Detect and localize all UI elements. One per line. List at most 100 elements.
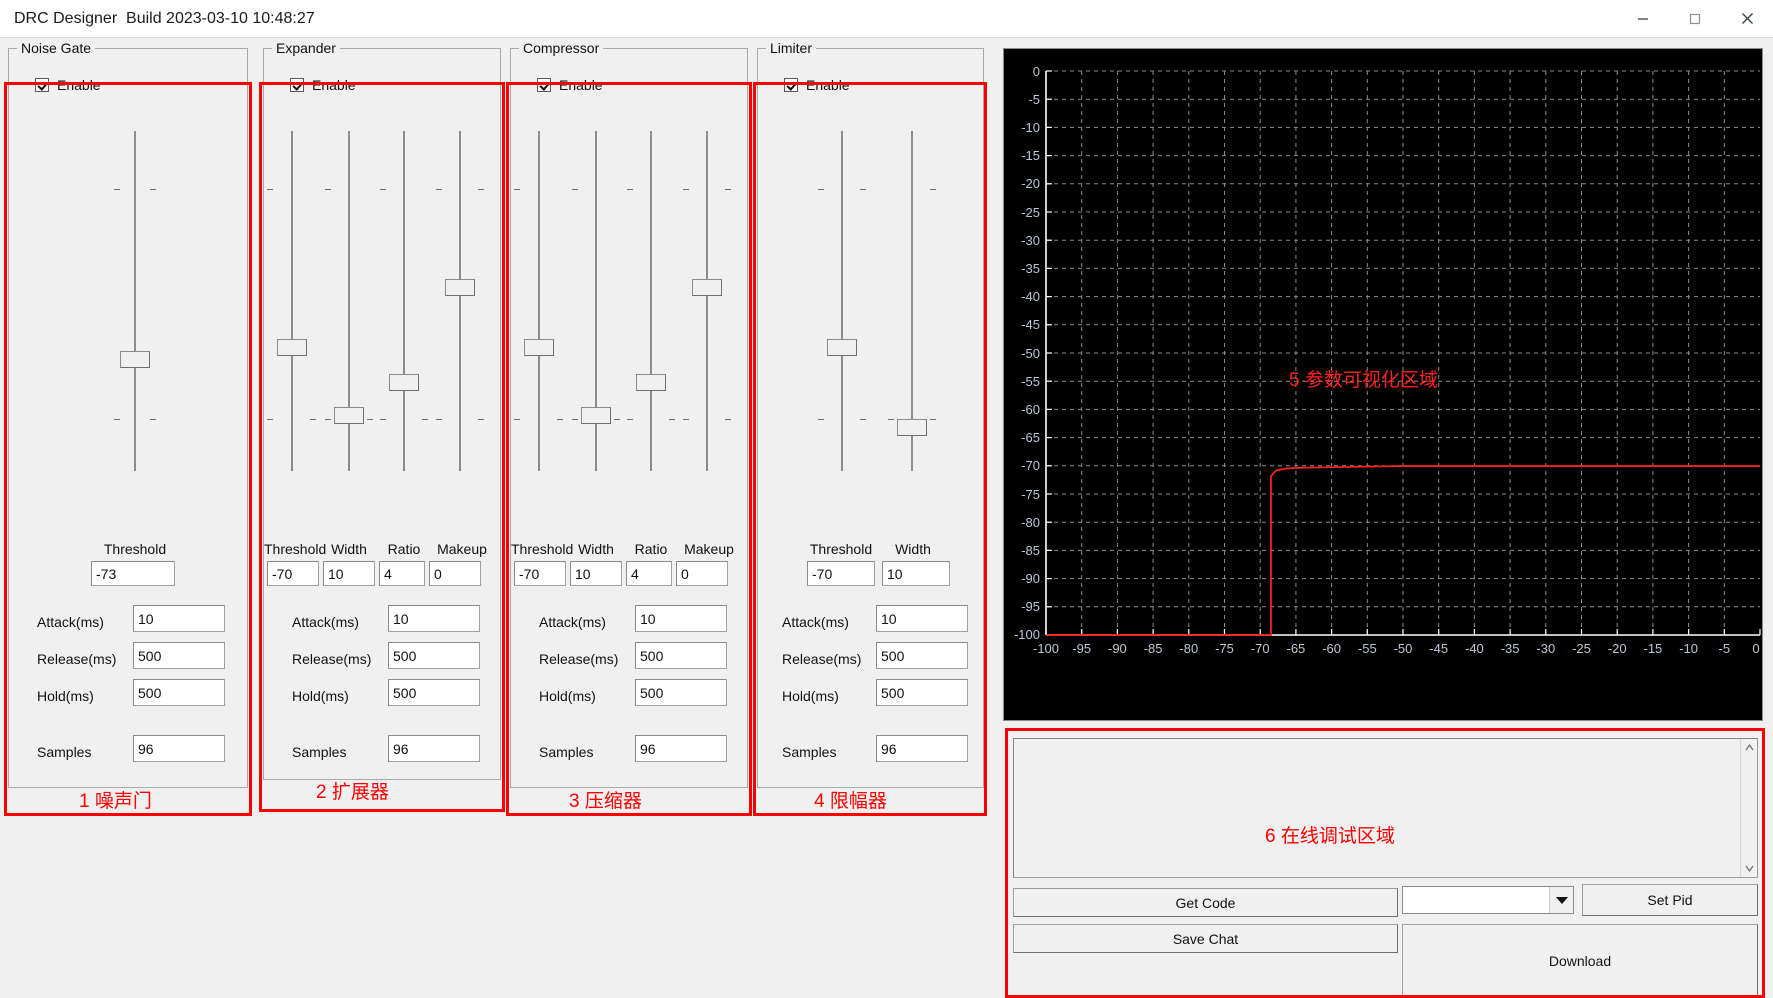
ratio-input-expander[interactable]: 4	[379, 561, 425, 586]
samples-input-expander[interactable]: 96	[388, 735, 480, 762]
slider-tick-bottom-right	[669, 419, 675, 420]
field-label-samples: Samples	[782, 744, 837, 760]
svg-text:-95: -95	[1072, 641, 1091, 656]
hold-input-noise-gate[interactable]: 500	[133, 679, 225, 706]
field-label-samples: Samples	[539, 744, 594, 760]
slider-tick-top-left	[572, 189, 578, 190]
width-input-expander[interactable]: 10	[323, 561, 375, 586]
threshold-input-noise-gate[interactable]: -73	[91, 561, 175, 586]
download-button[interactable]: Download	[1402, 924, 1758, 997]
annotation-expander: 2 扩展器	[316, 782, 389, 803]
slider-tick-bottom-left	[627, 419, 633, 420]
debug-console[interactable]	[1013, 738, 1758, 878]
samples-input-limiter[interactable]: 96	[876, 735, 968, 762]
slider-width-limiter[interactable]	[888, 131, 936, 471]
slider-thumb[interactable]	[636, 374, 666, 391]
slider-thumb[interactable]	[334, 407, 364, 424]
chevron-up-icon[interactable]	[1741, 739, 1758, 756]
threshold-input-compressor[interactable]: -70	[514, 561, 566, 586]
svg-text:-85: -85	[1144, 641, 1163, 656]
slider-track	[403, 131, 405, 471]
hold-input-expander[interactable]: 500	[388, 679, 480, 706]
slider-tick-top-left	[818, 189, 824, 190]
slider-thumb[interactable]	[524, 339, 554, 356]
makeup-input-compressor[interactable]: 0	[676, 561, 728, 586]
set-pid-button[interactable]: Set Pid	[1582, 884, 1758, 916]
enable-checkbox-compressor[interactable]: Enable	[537, 77, 603, 93]
minimize-button[interactable]	[1617, 0, 1669, 38]
svg-text:-70: -70	[1251, 641, 1270, 656]
svg-text:-55: -55	[1021, 374, 1040, 389]
slider-tick-bottom-right	[557, 419, 563, 420]
slider-ratio-compressor[interactable]	[627, 131, 675, 471]
slider-thumb[interactable]	[692, 279, 722, 296]
hold-input-limiter[interactable]: 500	[876, 679, 968, 706]
slider-threshold-compressor[interactable]	[514, 131, 563, 471]
svg-text:-5: -5	[1028, 92, 1040, 107]
threshold-input-limiter[interactable]: -70	[807, 561, 875, 586]
slider-label-ratio: Ratio	[634, 541, 668, 557]
svg-text:-15: -15	[1021, 148, 1040, 163]
samples-input-compressor[interactable]: 96	[635, 735, 727, 762]
maximize-button[interactable]	[1669, 0, 1721, 38]
get-code-button[interactable]: Get Code	[1013, 888, 1398, 917]
release-input-limiter[interactable]: 500	[876, 642, 968, 669]
enable-checkbox-limiter[interactable]: Enable	[784, 77, 850, 93]
close-button[interactable]	[1721, 0, 1773, 38]
slider-thumb[interactable]	[277, 339, 307, 356]
release-input-compressor[interactable]: 500	[635, 642, 727, 669]
field-label-release: Release(ms)	[37, 651, 117, 667]
threshold-input-expander[interactable]: -70	[267, 561, 319, 586]
slider-threshold-limiter[interactable]	[818, 131, 866, 471]
attack-input-limiter[interactable]: 10	[876, 605, 968, 632]
ratio-input-compressor[interactable]: 4	[626, 561, 672, 586]
slider-thumb[interactable]	[581, 407, 611, 424]
port-select[interactable]	[1402, 886, 1574, 914]
chevron-down-icon[interactable]	[1549, 887, 1573, 913]
svg-text:-10: -10	[1679, 641, 1698, 656]
slider-makeup-expander[interactable]	[436, 131, 484, 471]
samples-input-noise-gate[interactable]: 96	[133, 735, 225, 762]
svg-text:-10: -10	[1021, 120, 1040, 135]
save-chat-button[interactable]: Save Chat	[1013, 924, 1398, 953]
slider-thumb[interactable]	[389, 374, 419, 391]
slider-threshold-noise-gate[interactable]	[113, 131, 157, 471]
panel-noise-gate: Noise Gate Enable Threshold -73 Attack(m…	[8, 40, 248, 812]
enable-checkbox-expander[interactable]: Enable	[290, 77, 356, 93]
chevron-down-icon[interactable]	[1741, 860, 1758, 877]
enable-checkbox-noise-gate[interactable]: Enable	[35, 77, 101, 93]
slider-tick-bottom-left	[888, 419, 894, 420]
slider-width-compressor[interactable]	[572, 131, 620, 471]
width-input-limiter[interactable]: 10	[882, 561, 950, 586]
slider-tick-top-left	[514, 189, 520, 190]
checkbox-icon	[35, 78, 49, 92]
slider-ratio-expander[interactable]	[380, 131, 428, 471]
slider-thumb[interactable]	[445, 279, 475, 296]
attack-input-noise-gate[interactable]: 10	[133, 605, 225, 632]
chart-y-ticks	[1046, 70, 1052, 636]
slider-tick-bottom-left	[114, 419, 120, 420]
slider-makeup-compressor[interactable]	[683, 131, 731, 471]
field-label-attack: Attack(ms)	[782, 614, 849, 630]
slider-threshold-expander[interactable]	[267, 131, 316, 471]
field-label-attack: Attack(ms)	[539, 614, 606, 630]
attack-input-expander[interactable]: 10	[388, 605, 480, 632]
release-input-expander[interactable]: 500	[388, 642, 480, 669]
attack-input-compressor[interactable]: 10	[635, 605, 727, 632]
field-label-attack: Attack(ms)	[37, 614, 104, 630]
slider-width-expander[interactable]	[325, 131, 373, 471]
width-input-compressor[interactable]: 10	[570, 561, 622, 586]
makeup-input-expander[interactable]: 0	[429, 561, 481, 586]
slider-thumb[interactable]	[827, 339, 857, 356]
svg-text:-75: -75	[1021, 487, 1040, 502]
slider-track	[134, 131, 136, 471]
release-input-noise-gate[interactable]: 500	[133, 642, 225, 669]
svg-text:-20: -20	[1608, 641, 1627, 656]
hold-input-compressor[interactable]: 500	[635, 679, 727, 706]
slider-label-ratio: Ratio	[387, 541, 421, 557]
slider-thumb[interactable]	[120, 351, 150, 368]
chart-annotation: 5 参数可视化区域	[1289, 370, 1438, 391]
console-scrollbar[interactable]	[1740, 739, 1757, 877]
slider-thumb[interactable]	[897, 419, 927, 436]
field-label-samples: Samples	[37, 744, 92, 760]
